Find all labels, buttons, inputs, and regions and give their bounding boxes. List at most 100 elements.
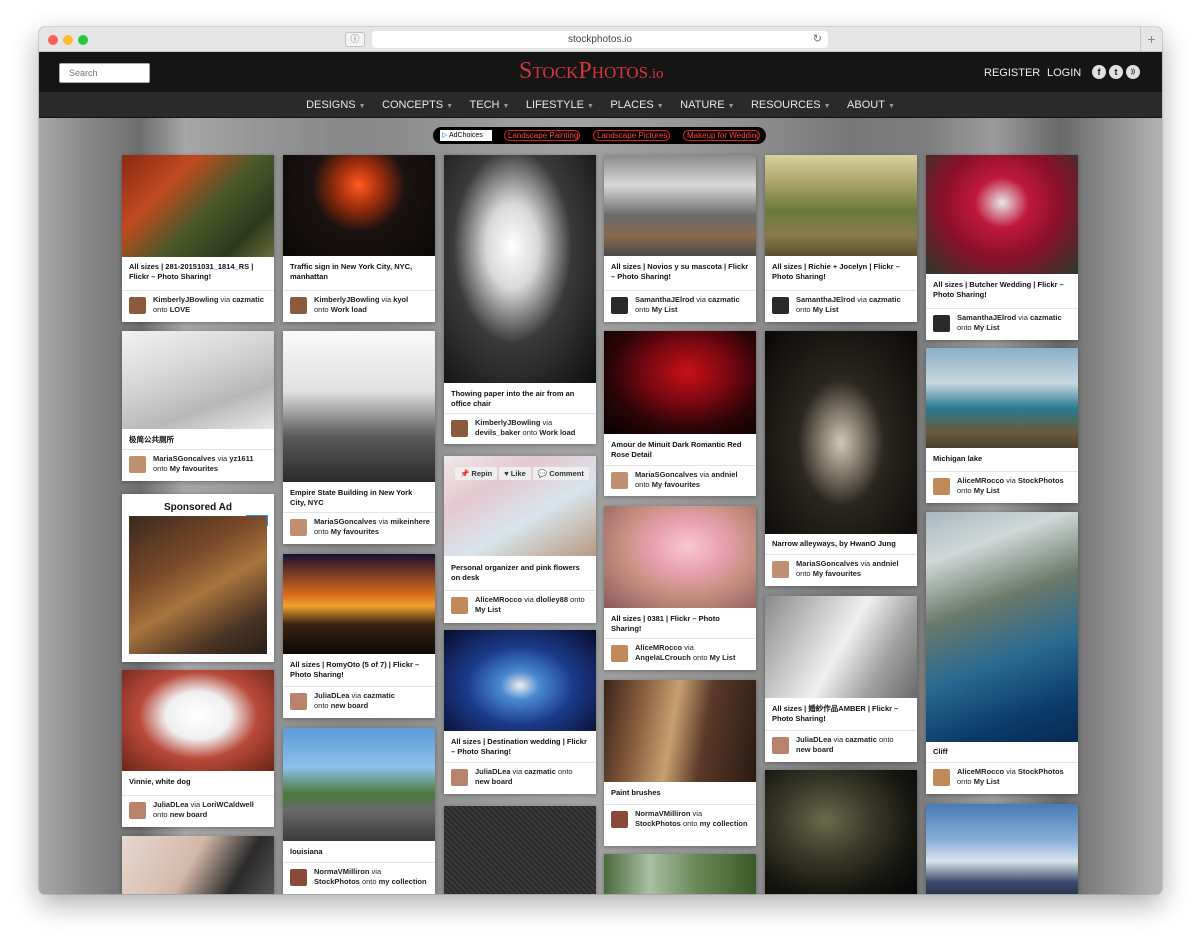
pin-image[interactable] bbox=[283, 728, 435, 841]
avatar[interactable] bbox=[933, 478, 950, 495]
source-user[interactable]: AngelaLCrouch bbox=[635, 653, 691, 662]
avatar[interactable] bbox=[129, 456, 146, 473]
pin-image[interactable] bbox=[122, 155, 274, 257]
pin-title[interactable]: Cliff bbox=[933, 747, 1073, 757]
pin-card[interactable]: All sizes | 0381 | Flickr – Photo Sharin… bbox=[604, 506, 756, 670]
pin-card[interactable]: Narrow alleyways, by HwanO Jung MariaSGo… bbox=[765, 331, 917, 586]
pin-image[interactable] bbox=[604, 506, 756, 608]
pinner-name[interactable]: JuliaDLea bbox=[475, 767, 510, 776]
avatar[interactable] bbox=[611, 472, 628, 489]
pin-card[interactable]: Empire State Building in New York City, … bbox=[283, 331, 435, 544]
avatar[interactable] bbox=[290, 693, 307, 710]
avatar[interactable] bbox=[772, 297, 789, 314]
pin-title[interactable]: All sizes | Novios y su mascota | Flickr… bbox=[611, 262, 751, 281]
pin-title[interactable]: Vinnie, white dog bbox=[129, 777, 269, 787]
board-name[interactable]: new board bbox=[170, 810, 208, 819]
pin-image[interactable] bbox=[444, 630, 596, 731]
reader-mode-icon[interactable]: ⓘ bbox=[345, 32, 365, 47]
facebook-icon[interactable]: f bbox=[1092, 65, 1106, 79]
pin-title[interactable]: All sizes | Richie + Jocelyn | Flickr – … bbox=[772, 262, 912, 281]
maximize-window-button[interactable] bbox=[78, 35, 88, 45]
nav-places[interactable]: PLACES ▼ bbox=[610, 92, 663, 120]
avatar[interactable] bbox=[772, 561, 789, 578]
pin-title[interactable]: Thowing paper into the air from an offic… bbox=[451, 389, 591, 408]
board-name[interactable]: My favourites bbox=[813, 569, 861, 578]
avatar[interactable] bbox=[129, 802, 146, 819]
close-window-button[interactable] bbox=[48, 35, 58, 45]
avatar[interactable] bbox=[772, 737, 789, 754]
register-link[interactable]: REGISTER bbox=[984, 67, 1040, 79]
avatar[interactable] bbox=[129, 297, 146, 314]
pinner-name[interactable]: NormaVMilliron bbox=[635, 809, 690, 818]
board-name[interactable]: my collection bbox=[379, 877, 427, 886]
pin-card[interactable]: Michigan lake AliceMRocco via StockPhoto… bbox=[926, 348, 1078, 503]
source-user[interactable]: StockPhotos bbox=[635, 819, 681, 828]
pin-image[interactable] bbox=[444, 155, 596, 383]
avatar[interactable] bbox=[290, 519, 307, 536]
pin-card[interactable]: All sizes | Butcher Wedding | Flickr – P… bbox=[926, 155, 1078, 340]
sponsored-ad[interactable]: Sponsored Ad i ✕ bbox=[122, 494, 274, 662]
pin-title[interactable]: Traffic sign in New York City, NYC, manh… bbox=[290, 262, 430, 281]
pin-card[interactable] bbox=[444, 806, 596, 894]
pin-image[interactable] bbox=[604, 331, 756, 434]
board-name[interactable]: My favourites bbox=[170, 464, 218, 473]
ad-link[interactable]: Landscape Painting bbox=[504, 130, 580, 141]
pinner-name[interactable]: MariaSGoncalves bbox=[314, 517, 377, 526]
source-user[interactable]: cazmatic bbox=[1030, 313, 1062, 322]
pinner-name[interactable]: SamanthaJElrod bbox=[957, 313, 1016, 322]
search-input[interactable] bbox=[59, 63, 150, 83]
avatar[interactable] bbox=[611, 645, 628, 662]
board-name[interactable]: new board bbox=[475, 777, 513, 786]
pin-image[interactable] bbox=[926, 512, 1078, 742]
pin-card[interactable] bbox=[604, 854, 756, 894]
pin-image[interactable] bbox=[122, 670, 274, 771]
pin-card[interactable]: All sizes | 婚紗作品AMBER | Flickr – Photo S… bbox=[765, 596, 917, 762]
pin-card[interactable]: louisiana NormaVMilliron via StockPhotos … bbox=[283, 728, 435, 894]
board-name[interactable]: My List bbox=[813, 305, 839, 314]
source-user[interactable]: yz1611 bbox=[229, 454, 253, 463]
avatar[interactable] bbox=[451, 769, 468, 786]
source-user[interactable]: andniel bbox=[872, 559, 898, 568]
board-name[interactable]: My List bbox=[974, 777, 1000, 786]
pin-title[interactable]: Narrow alleyways, by HwanO Jung bbox=[772, 539, 912, 549]
source-user[interactable]: mikeinhere bbox=[390, 517, 430, 526]
pinner-name[interactable]: KimberlyJBowling bbox=[153, 295, 218, 304]
board-name[interactable]: My favourites bbox=[331, 527, 379, 536]
pinner-name[interactable]: AliceMRocco bbox=[957, 767, 1004, 776]
board-name[interactable]: My List bbox=[974, 486, 1000, 495]
pin-title[interactable]: All sizes | 婚紗作品AMBER | Flickr – Photo S… bbox=[772, 704, 912, 723]
pin-title[interactable]: All sizes | 0381 | Flickr – Photo Sharin… bbox=[611, 614, 751, 633]
pin-card[interactable]: Traffic sign in New York City, NYC, manh… bbox=[283, 155, 435, 322]
pin-image[interactable] bbox=[444, 806, 596, 894]
pin-image[interactable] bbox=[283, 331, 435, 482]
source-user[interactable]: StockPhotos bbox=[314, 877, 360, 886]
avatar[interactable] bbox=[611, 297, 628, 314]
pinner-name[interactable]: MariaSGoncalves bbox=[153, 454, 216, 463]
like-button[interactable]: ♥ Like bbox=[499, 467, 531, 480]
pin-title[interactable]: Empire State Building in New York City, … bbox=[290, 488, 430, 507]
nav-about[interactable]: ABOUT ▼ bbox=[847, 92, 895, 120]
nav-designs[interactable]: DESIGNS ▼ bbox=[306, 92, 365, 120]
avatar[interactable] bbox=[451, 420, 468, 437]
pin-card[interactable] bbox=[122, 836, 274, 894]
new-tab-button[interactable]: + bbox=[1140, 27, 1162, 52]
pin-card[interactable]: All sizes | Destination wedding | Flickr… bbox=[444, 630, 596, 794]
adchoices-badge[interactable]: ▷ AdChoices bbox=[440, 130, 492, 141]
pin-image[interactable] bbox=[283, 554, 435, 654]
board-name[interactable]: Work load bbox=[331, 305, 367, 314]
pinner-name[interactable]: KimberlyJBowling bbox=[475, 418, 540, 427]
pin-image[interactable] bbox=[765, 770, 917, 894]
avatar[interactable] bbox=[611, 811, 628, 828]
nav-nature[interactable]: NATURE ▼ bbox=[680, 92, 734, 120]
pin-image[interactable] bbox=[122, 836, 274, 894]
twitter-icon[interactable]: t bbox=[1109, 65, 1123, 79]
avatar[interactable] bbox=[290, 869, 307, 886]
source-user[interactable]: LoriWCaldwell bbox=[202, 800, 254, 809]
pin-card[interactable]: All sizes | Novios y su mascota | Flickr… bbox=[604, 155, 756, 322]
source-user[interactable]: StockPhotos bbox=[1018, 767, 1064, 776]
source-user[interactable]: StockPhotos bbox=[1018, 476, 1064, 485]
board-name[interactable]: new board bbox=[796, 745, 834, 754]
avatar[interactable] bbox=[933, 315, 950, 332]
pinner-name[interactable]: SamanthaJElrod bbox=[635, 295, 694, 304]
site-logo[interactable]: STOCKPHOTOS.io bbox=[519, 58, 729, 86]
